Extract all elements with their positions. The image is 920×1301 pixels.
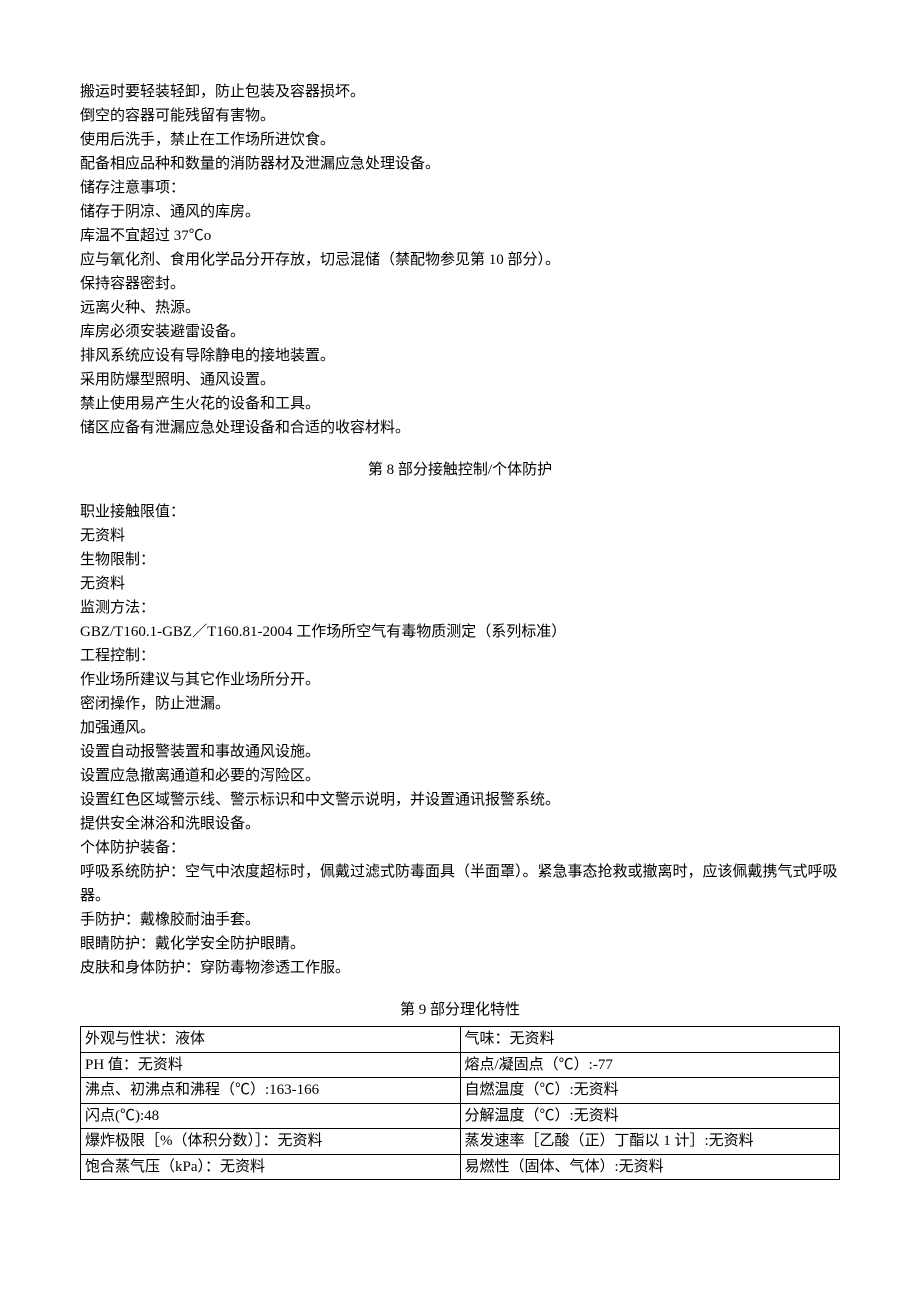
table-row: 沸点、初沸点和沸程（℃）:163-166自燃温度（℃）:无资料 (81, 1078, 840, 1104)
section8-line: 手防护：戴橡胶耐油手套。 (80, 908, 840, 932)
table-cell-left: PH 值：无资料 (81, 1052, 461, 1078)
section8-line: 密闭操作，防止泄漏。 (80, 692, 840, 716)
section7-line: 应与氧化剂、食用化学品分开存放，切忌混储（禁配物参见第 10 部分）。 (80, 248, 840, 272)
section8-line: 设置红色区域警示线、警示标识和中文警示说明，并设置通讯报警系统。 (80, 788, 840, 812)
section8-line: 提供安全淋浴和洗眼设备。 (80, 812, 840, 836)
table-cell-right: 气味：无资料 (460, 1027, 840, 1053)
section7-body: 搬运时要轻装轻卸，防止包装及容器损坏。倒空的容器可能残留有害物。使用后洗手，禁止… (80, 80, 840, 440)
section8-line: 作业场所建议与其它作业场所分开。 (80, 668, 840, 692)
section7-line: 倒空的容器可能残留有害物。 (80, 104, 840, 128)
section7-line: 储区应备有泄漏应急处理设备和合适的收容材料。 (80, 416, 840, 440)
section8-body: 职业接触限值：无资料生物限制：无资料监测方法：GBZ/T160.1-GBZ／T1… (80, 500, 840, 980)
section7-line: 禁止使用易产生火花的设备和工具。 (80, 392, 840, 416)
section7-line: 库房必须安装避雷设备。 (80, 320, 840, 344)
section7-line: 库温不宜超过 37℃o (80, 224, 840, 248)
table-row: 饱合蒸气压（kPa）：无资料易燃性（固体、气体）:无资料 (81, 1154, 840, 1180)
section8-line: 无资料 (80, 572, 840, 596)
table-row: PH 值：无资料熔点/凝固点（℃）:-77 (81, 1052, 840, 1078)
table-cell-left: 饱合蒸气压（kPa）：无资料 (81, 1154, 461, 1180)
section8-line: 个体防护装备： (80, 836, 840, 860)
table-row: 闪点(℃):48分解温度（℃）:无资料 (81, 1103, 840, 1129)
section7-line: 保持容器密封。 (80, 272, 840, 296)
section8-title: 第 8 部分接触控制/个体防护 (80, 458, 840, 482)
table-cell-right: 分解温度（℃）:无资料 (460, 1103, 840, 1129)
table-cell-left: 沸点、初沸点和沸程（℃）:163-166 (81, 1078, 461, 1104)
section7-line: 搬运时要轻装轻卸，防止包装及容器损坏。 (80, 80, 840, 104)
table-cell-right: 易燃性（固体、气体）:无资料 (460, 1154, 840, 1180)
section7-line: 排风系统应设有导除静电的接地装置。 (80, 344, 840, 368)
section8-line: 设置自动报警装置和事故通风设施。 (80, 740, 840, 764)
table-cell-left: 爆炸极限［%（体积分数）］：无资料 (81, 1129, 461, 1155)
section8-line: 皮肤和身体防护：穿防毒物渗透工作服。 (80, 956, 840, 980)
section8-line: 眼睛防护：戴化学安全防护眼睛。 (80, 932, 840, 956)
section8-line: 呼吸系统防护：空气中浓度超标时，佩戴过滤式防毒面具（半面罩）。紧急事态抢救或撤离… (80, 860, 840, 908)
table-cell-right: 熔点/凝固点（℃）:-77 (460, 1052, 840, 1078)
section8-line: 工程控制： (80, 644, 840, 668)
section8-line: 监测方法： (80, 596, 840, 620)
table-row: 外观与性状：液体气味：无资料 (81, 1027, 840, 1053)
section7-line: 使用后洗手，禁止在工作场所进饮食。 (80, 128, 840, 152)
section8-line: 加强通风。 (80, 716, 840, 740)
table-row: 爆炸极限［%（体积分数）］：无资料蒸发速率［乙酸（正）丁酯以 1 计］:无资料 (81, 1129, 840, 1155)
section8-line: 生物限制： (80, 548, 840, 572)
spacer (80, 486, 840, 500)
section7-line: 配备相应品种和数量的消防器材及泄漏应急处理设备。 (80, 152, 840, 176)
section7-line: 采用防爆型照明、通风设置。 (80, 368, 840, 392)
section8-line: GBZ/T160.1-GBZ／T160.81-2004 工作场所空气有毒物质测定… (80, 620, 840, 644)
section7-line: 储存注意事项： (80, 176, 840, 200)
section8-line: 设置应急撤离通道和必要的泻险区。 (80, 764, 840, 788)
section8-line: 职业接触限值： (80, 500, 840, 524)
table-cell-right: 自燃温度（℃）:无资料 (460, 1078, 840, 1104)
table-cell-left: 外观与性状：液体 (81, 1027, 461, 1053)
table-cell-left: 闪点(℃):48 (81, 1103, 461, 1129)
section8-line: 无资料 (80, 524, 840, 548)
section7-line: 储存于阴凉、通风的库房。 (80, 200, 840, 224)
section7-line: 远离火种、热源。 (80, 296, 840, 320)
table-cell-right: 蒸发速率［乙酸（正）丁酯以 1 计］:无资料 (460, 1129, 840, 1155)
section9-title: 第 9 部分理化特性 (80, 998, 840, 1022)
section9-table: 外观与性状：液体气味：无资料PH 值：无资料熔点/凝固点（℃）:-77沸点、初沸… (80, 1026, 840, 1180)
